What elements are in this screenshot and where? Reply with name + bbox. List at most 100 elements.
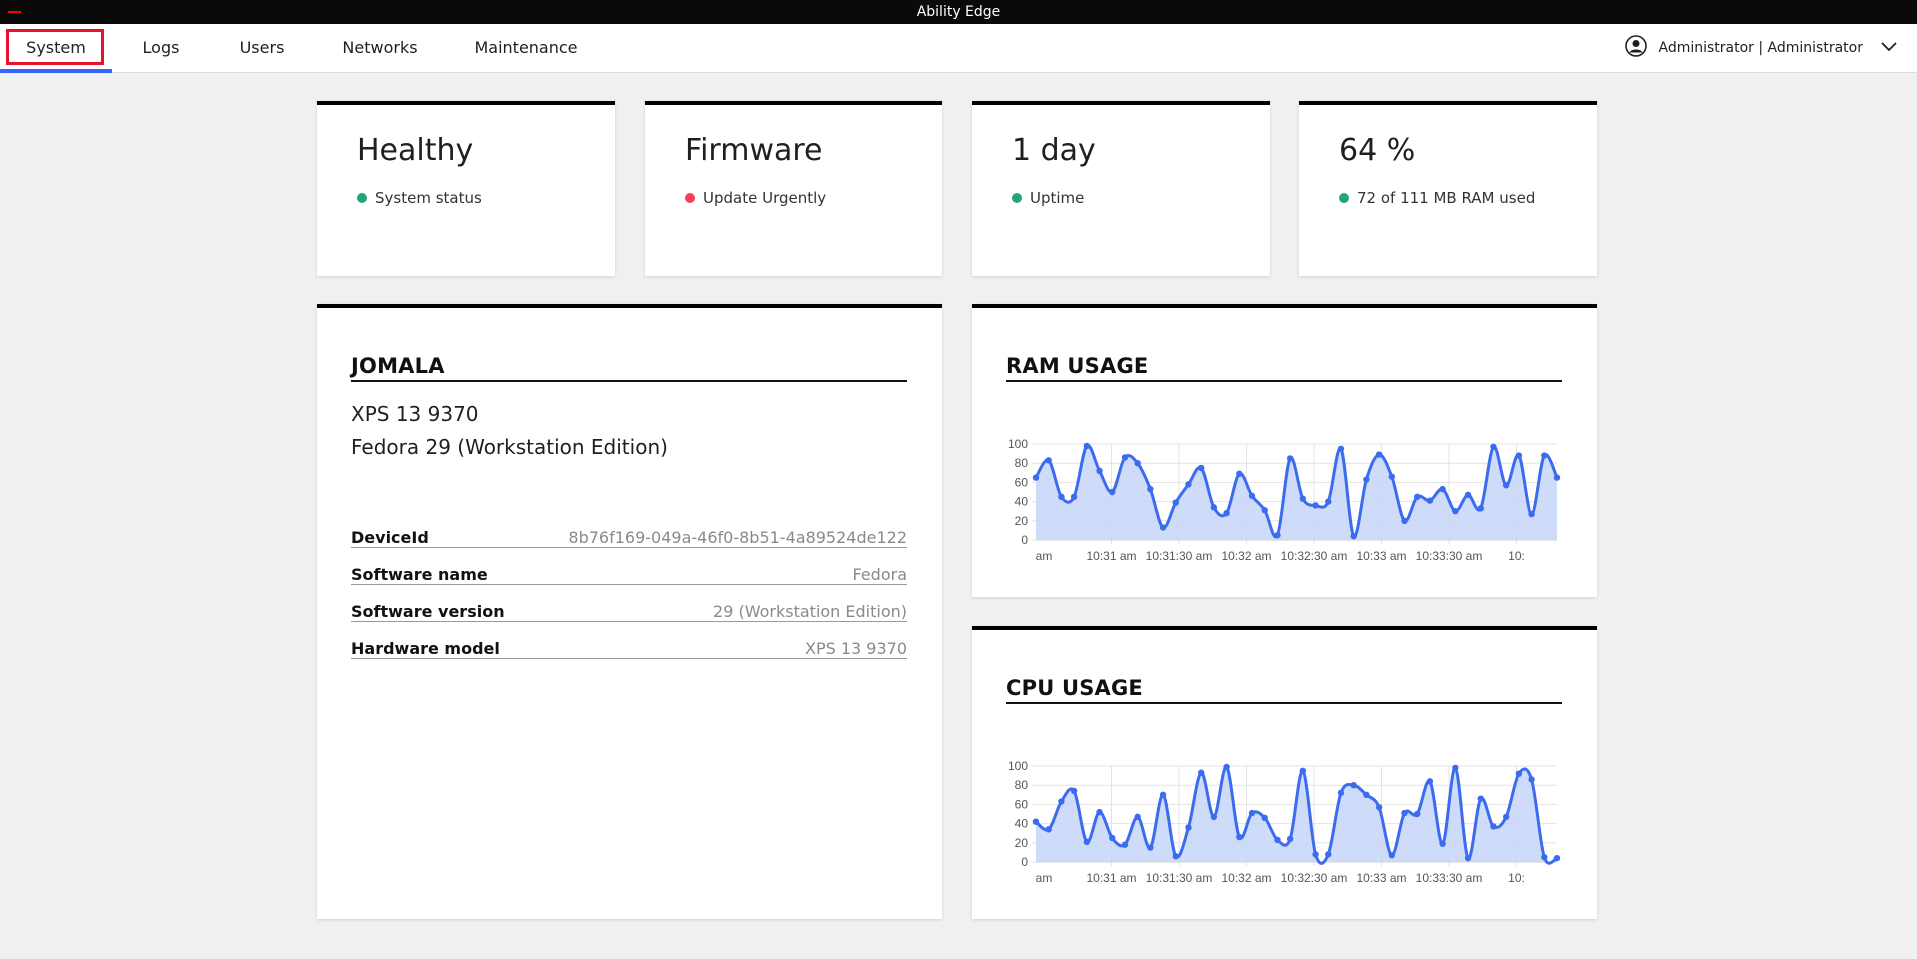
x-tick-label: 10:31 am: [1086, 549, 1136, 563]
field-row-software-name: Software name Fedora: [351, 556, 907, 585]
data-point: [1134, 813, 1141, 821]
data-point: [1477, 795, 1484, 802]
data-point: [1185, 824, 1192, 831]
data-point: [1477, 505, 1484, 512]
ram-usage-title: RAM USAGE: [1006, 354, 1562, 382]
data-point: [1185, 481, 1192, 488]
status-dot-icon: [685, 193, 695, 203]
data-point: [1337, 789, 1345, 797]
x-tick-label: 10:33:30 am: [1416, 871, 1483, 885]
data-point: [1109, 834, 1116, 842]
x-tick-label: 10:31:30 am: [1146, 871, 1213, 885]
data-point: [1515, 770, 1523, 777]
y-tick-label: 100: [1008, 759, 1028, 773]
data-point: [1528, 510, 1535, 518]
data-point: [1045, 457, 1052, 464]
tab-system[interactable]: System: [0, 24, 112, 73]
data-point: [1070, 493, 1078, 500]
data-point: [1159, 791, 1167, 798]
data-point: [1363, 791, 1370, 798]
data-point: [1083, 838, 1091, 846]
y-tick-label: 80: [1015, 456, 1029, 470]
stat-card-firmware: Firmware Update Urgently: [645, 101, 942, 276]
data-point: [1464, 854, 1472, 862]
data-point: [1541, 854, 1548, 861]
data-point: [1286, 835, 1294, 843]
data-point: [1541, 452, 1548, 459]
y-tick-label: 40: [1015, 495, 1029, 509]
data-point: [1350, 782, 1357, 789]
stat-label: Uptime: [1030, 189, 1085, 207]
data-point: [1299, 495, 1307, 502]
y-tick-label: 0: [1021, 855, 1028, 869]
data-point: [1197, 769, 1205, 776]
data-point: [1121, 841, 1129, 848]
x-tick-label: 10:: [1508, 871, 1525, 885]
data-point: [1502, 813, 1510, 821]
y-tick-label: 100: [1008, 437, 1028, 451]
stat-label: System status: [375, 189, 482, 207]
device-card: JOMALA XPS 13 9370 Fedora 29 (Workstatio…: [317, 304, 942, 919]
y-tick-label: 20: [1015, 836, 1029, 850]
data-point: [1439, 840, 1446, 847]
user-menu[interactable]: Administrator | Administrator: [1624, 24, 1898, 72]
y-tick-label: 40: [1015, 817, 1029, 831]
data-point: [1248, 809, 1256, 817]
status-dot-icon: [357, 193, 367, 203]
field-key: Software version: [351, 602, 505, 621]
data-point: [1096, 467, 1103, 475]
tab-users[interactable]: Users: [232, 24, 292, 72]
field-value: 8b76f169-049a-46f0-8b51-4a89524de122: [568, 528, 907, 547]
data-point: [1236, 470, 1243, 477]
y-tick-label: 60: [1015, 797, 1029, 811]
y-tick-label: 60: [1015, 475, 1029, 489]
x-tick-label: 10:33:30 am: [1416, 549, 1483, 563]
data-point: [1401, 517, 1408, 524]
data-point: [1236, 833, 1243, 841]
data-point: [1439, 485, 1446, 493]
data-point: [1414, 810, 1421, 818]
user-label: Administrator | Administrator: [1658, 40, 1864, 56]
data-point: [1261, 814, 1268, 822]
data-point: [1375, 804, 1383, 811]
data-point: [1147, 844, 1154, 851]
ram-usage-card: RAM USAGE 0 20 40 60 80 100 am 10:31 am 10:31:30…: [972, 304, 1597, 597]
x-tick-label: 10:32 am: [1221, 871, 1271, 885]
x-tick-label: 10:33 am: [1356, 871, 1406, 885]
chevron-down-icon[interactable]: [1881, 40, 1897, 56]
data-point: [1350, 532, 1357, 540]
data-point: [1032, 474, 1040, 481]
window-title: Ability Edge: [916, 4, 1001, 20]
tab-networks[interactable]: Networks: [338, 24, 422, 72]
data-point: [1197, 464, 1205, 472]
data-point: [1058, 493, 1065, 500]
x-tick-label: 10:31:30 am: [1146, 549, 1213, 563]
data-point: [1426, 497, 1434, 504]
data-point: [1490, 443, 1497, 451]
tab-maintenance[interactable]: Maintenance: [470, 24, 582, 72]
field-value: XPS 13 9370: [804, 639, 907, 658]
y-tick-label: 20: [1015, 514, 1029, 528]
tab-logs[interactable]: Logs: [132, 24, 190, 72]
data-point: [1490, 823, 1497, 830]
device-os-line: Fedora 29 (Workstation Edition): [351, 435, 668, 459]
stat-card-ram: 64 % 72 of 111 MB RAM used: [1299, 101, 1597, 276]
data-point: [1172, 499, 1179, 506]
x-tick-label: 10:33 am: [1356, 549, 1406, 563]
data-point: [1388, 473, 1396, 480]
x-tick-label: am: [1036, 549, 1053, 563]
x-tick-label: am: [1036, 871, 1053, 885]
x-tick-label: 10:31 am: [1086, 871, 1136, 885]
data-point: [1058, 798, 1065, 805]
data-point: [1515, 452, 1523, 459]
window-titlebar: Ability Edge: [0, 0, 1917, 24]
cpu-usage-card: CPU USAGE 0 20 40 60 80 100 am 10:31 am 10:31:30…: [972, 626, 1597, 919]
data-point: [1032, 818, 1040, 825]
data-point: [1223, 763, 1230, 771]
cpu-usage-title: CPU USAGE: [1006, 676, 1562, 704]
data-point: [1286, 455, 1294, 462]
status-dot-icon: [1012, 193, 1022, 203]
data-point: [1325, 851, 1332, 858]
x-tick-label: 10:: [1508, 549, 1525, 563]
ram-usage-chart: 0 20 40 60 80 100 am 10:31 am 10:31:30 am 10:32 a…: [1008, 437, 1561, 563]
